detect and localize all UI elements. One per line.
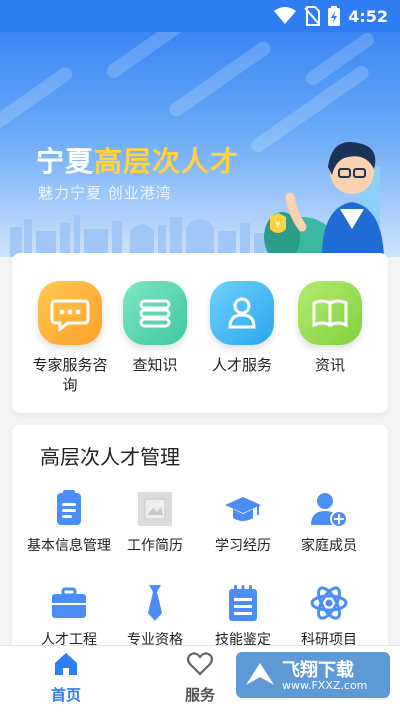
services-card: 专家服务咨询 查知识 人才服务 资讯	[12, 253, 388, 413]
wifi-icon	[274, 7, 297, 24]
mgmt-education[interactable]: 学习经历	[196, 489, 290, 556]
atom-icon	[309, 583, 349, 623]
heart-icon	[186, 652, 214, 676]
service-knowledge[interactable]: 查知识	[115, 281, 195, 375]
tab-home[interactable]: 首页	[16, 650, 116, 705]
add-user-icon	[309, 489, 349, 529]
svg-text:¥: ¥	[275, 220, 281, 230]
mgmt-basic-info[interactable]: 基本信息管理	[22, 489, 116, 556]
document-icon	[49, 489, 89, 529]
book-icon	[298, 281, 362, 345]
notepad-icon	[223, 583, 263, 623]
mgmt-qualification[interactable]: 专业资格	[108, 583, 202, 650]
stack-icon	[123, 281, 187, 345]
section-title: 高层次人才管理	[40, 445, 180, 469]
chat-icon	[38, 281, 102, 345]
no-sim-icon	[304, 6, 321, 26]
wings-logo-icon	[246, 663, 274, 685]
banner-title: 宁夏高层次人才	[36, 145, 240, 178]
mgmt-research[interactable]: 科研项目	[282, 583, 376, 650]
battery-icon	[328, 6, 341, 26]
download-site-watermark: 飞翔下载 www.FXXZ.com	[236, 652, 390, 698]
mgmt-label: 工作简历	[127, 538, 183, 554]
graduation-cap-icon	[223, 489, 263, 529]
service-label: 专家服务咨询	[32, 356, 108, 394]
home-icon	[55, 653, 77, 675]
mascot-illustration: ¥	[264, 142, 384, 257]
service-news[interactable]: 资讯	[290, 281, 370, 375]
service-label: 查知识	[132, 356, 178, 374]
mgmt-family[interactable]: 家庭成员	[282, 489, 376, 556]
clock: 4:52	[348, 6, 388, 26]
hero-banner: 宁夏高层次人才 魅力宁夏 创业港湾 ¥	[0, 32, 400, 257]
service-talent[interactable]: 人才服务	[202, 281, 282, 375]
mgmt-label: 学习经历	[215, 538, 271, 554]
mgmt-label: 基本信息管理	[27, 538, 111, 554]
status-bar: 4:52	[0, 0, 400, 32]
watermark-url: www.FXXZ.com	[282, 679, 368, 692]
mgmt-label: 家庭成员	[301, 538, 357, 554]
tab-services[interactable]: 服务	[150, 650, 250, 705]
tie-icon	[135, 583, 175, 623]
briefcase-icon	[49, 583, 89, 623]
tab-label: 首页	[50, 686, 81, 704]
image-placeholder-icon	[135, 489, 175, 529]
service-label: 人才服务	[211, 356, 272, 374]
person-icon	[210, 281, 274, 345]
mgmt-talent-project[interactable]: 人才工程	[22, 583, 116, 650]
mgmt-skill-appraisal[interactable]: 技能鉴定	[196, 583, 290, 650]
tab-label: 服务	[184, 686, 215, 704]
service-label: 资讯	[314, 356, 345, 374]
mgmt-work-resume[interactable]: 工作简历	[108, 489, 202, 556]
service-expert-consult[interactable]: 专家服务咨询	[30, 281, 110, 395]
